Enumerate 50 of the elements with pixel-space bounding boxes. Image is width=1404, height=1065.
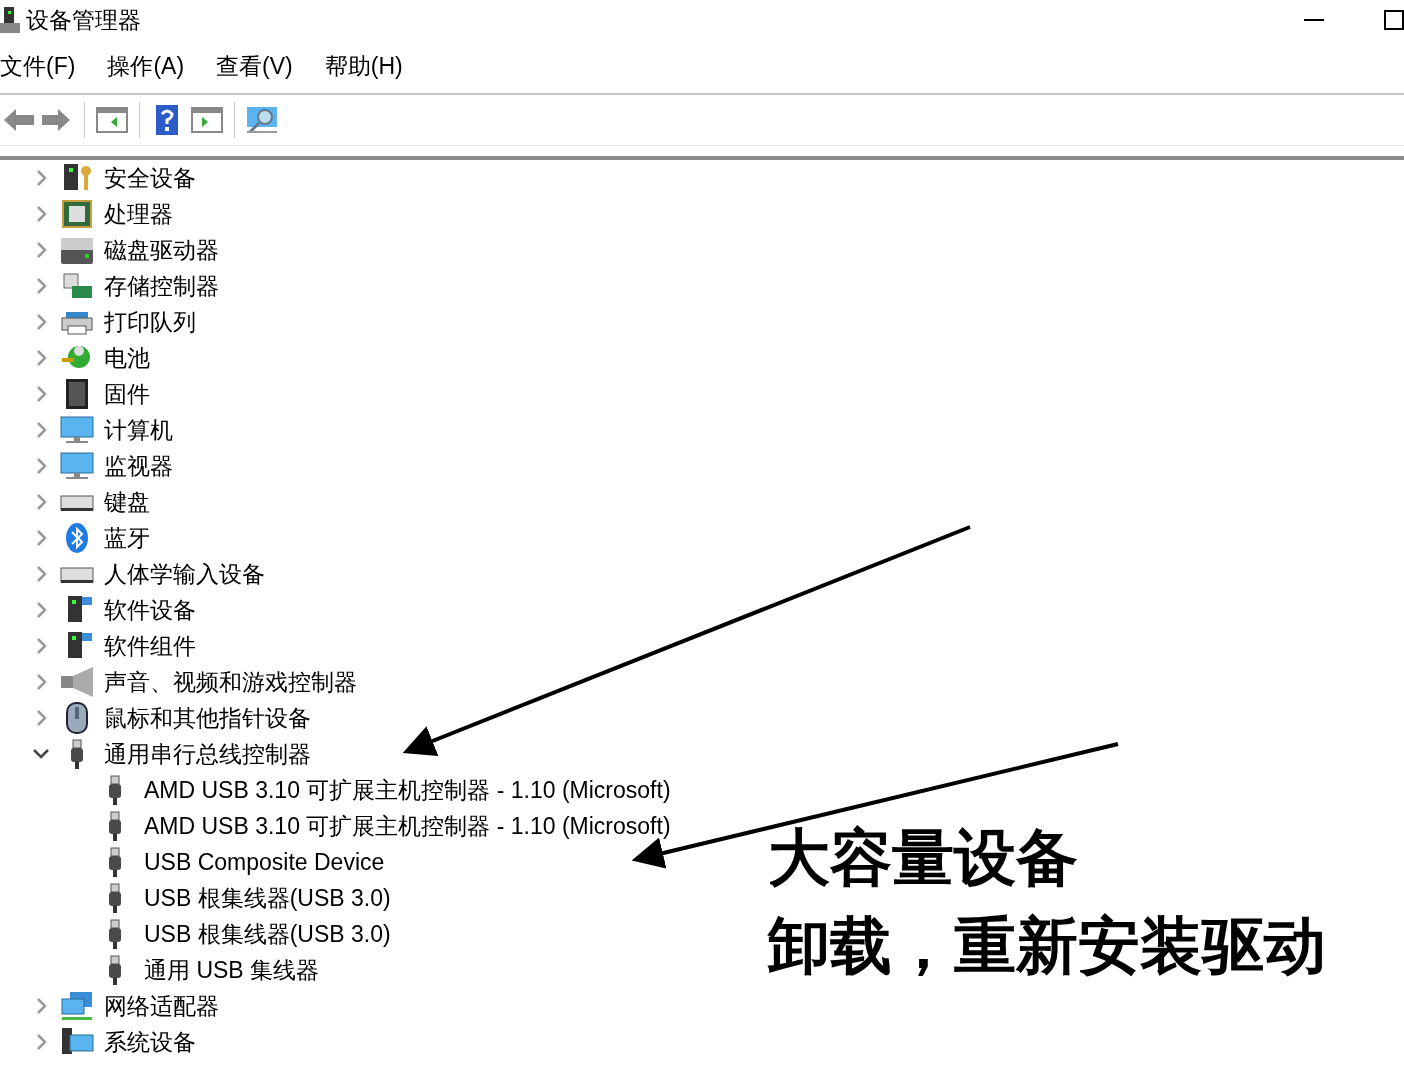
tree-item[interactable]: 人体学输入设备: [104, 558, 265, 590]
tree-item[interactable]: 软件设备: [104, 594, 196, 626]
processor-chip-icon: [60, 198, 94, 230]
tree-item[interactable]: 蓝牙: [104, 522, 150, 554]
monitor-icon: [60, 450, 94, 482]
network-icon: [60, 990, 94, 1022]
menu-item[interactable]: 查看(V): [216, 51, 293, 82]
tree-item[interactable]: 通用串行总线控制器: [104, 738, 311, 770]
annotation-text: 大容量设备: [768, 822, 1079, 894]
tree-item[interactable]: 系统设备: [104, 1026, 196, 1058]
tree-item[interactable]: 监视器: [104, 450, 173, 482]
menu-item[interactable]: 文件(F): [0, 51, 76, 82]
usb-plug-icon: [106, 954, 124, 986]
usb-plug-icon: [106, 774, 124, 806]
tree-item[interactable]: 通用 USB 集线器: [144, 954, 320, 986]
usb-plug-icon: [106, 810, 124, 842]
tree-item[interactable]: 打印队列: [104, 306, 196, 338]
tree-item[interactable]: USB Composite Device: [144, 848, 385, 876]
maximize-icon[interactable]: [1384, 10, 1404, 30]
window-title: 设备管理器: [26, 5, 141, 35]
tree-item[interactable]: AMD USB 3.10 可扩展主机控制器 - 1.10 (Microsoft): [144, 810, 671, 842]
device-manager-icon: [0, 5, 20, 35]
panel-left-icon[interactable]: [95, 105, 129, 135]
usb-plug-icon: [106, 918, 124, 950]
tree-item[interactable]: 软件组件: [104, 630, 196, 662]
tree-item[interactable]: 处理器: [104, 198, 173, 230]
tree-item[interactable]: AMD USB 3.10 可扩展主机控制器 - 1.10 (Microsoft): [144, 774, 671, 806]
tree-item[interactable]: 电池: [104, 342, 150, 374]
panel-right-icon[interactable]: [190, 105, 224, 135]
usb-plug-icon: [106, 846, 124, 878]
scan-monitor-icon[interactable]: [245, 105, 279, 135]
tree-item[interactable]: 计算机: [104, 414, 173, 446]
tree-item[interactable]: 安全设备: [104, 162, 196, 194]
computer-monitor-icon: [60, 414, 94, 446]
speaker-icon: [60, 666, 94, 698]
tree-item[interactable]: USB 根集线器(USB 3.0): [144, 882, 391, 914]
tree-item[interactable]: USB 根集线器(USB 3.0): [144, 918, 391, 950]
tree-item[interactable]: 声音、视频和游戏控制器: [104, 666, 357, 698]
tree-item[interactable]: 磁盘驱动器: [104, 234, 219, 266]
tree-item[interactable]: 网络适配器: [104, 990, 219, 1022]
tree-item[interactable]: 键盘: [104, 486, 150, 518]
usb-plug-icon: [106, 882, 124, 914]
menu-item[interactable]: 帮助(H): [324, 51, 403, 82]
annotation-text: 卸载，重新安装驱动: [768, 910, 1326, 982]
tree-item[interactable]: 鼠标和其他指针设备: [104, 702, 311, 734]
tree-item[interactable]: 存储控制器: [104, 270, 219, 302]
minimize-icon[interactable]: [1304, 18, 1324, 22]
menu-item[interactable]: 操作(A): [107, 51, 185, 82]
tree-item[interactable]: 固件: [104, 378, 150, 410]
usb-plug-icon: [68, 738, 86, 770]
